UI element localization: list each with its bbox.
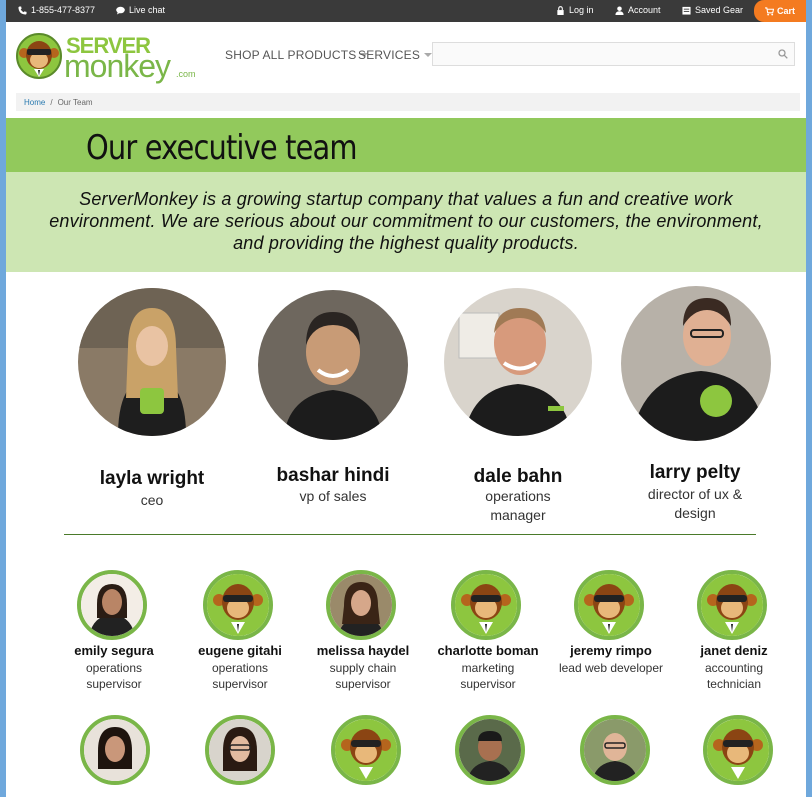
- phone-icon: [18, 5, 27, 15]
- staff-photo: [451, 570, 521, 640]
- monkey-avatar-icon: [455, 574, 517, 636]
- staff-photo: [205, 715, 275, 785]
- login-link[interactable]: Log in: [556, 5, 594, 15]
- staff-title: operations supervisor: [85, 661, 143, 691]
- executive-title: ceo: [140, 492, 164, 508]
- login-label: Log in: [569, 5, 594, 15]
- staff-name: emily segura: [74, 643, 154, 658]
- staff-name: charlotte boman: [437, 643, 539, 658]
- executive-name: bashar hindi: [276, 465, 390, 486]
- lock-icon: [557, 5, 564, 15]
- breadcrumb: Home / Our Team: [16, 93, 800, 111]
- search-input[interactable]: [432, 42, 795, 66]
- cart-icon: [764, 6, 774, 16]
- staff-photo: [580, 715, 650, 785]
- staff-portrait-image: [84, 719, 146, 781]
- executive-portrait-image: [258, 290, 408, 440]
- staff-title: accounting technician: [704, 661, 764, 691]
- nav-services[interactable]: SERVICES: [358, 48, 433, 62]
- staff-photo: [697, 570, 767, 640]
- chat-icon: [116, 6, 125, 15]
- page-title: Our executive team: [86, 128, 358, 168]
- monkey-avatar-icon: [578, 574, 640, 636]
- logo-text-com: .com: [176, 69, 196, 79]
- monkey-logo-icon: [16, 33, 62, 79]
- executive-portrait-image: [621, 286, 771, 441]
- logo[interactable]: SERVER monkey .com: [16, 33, 201, 83]
- breadcrumb-current: Our Team: [57, 98, 93, 107]
- staff-name: janet deniz: [700, 643, 768, 658]
- executive-title: director of ux & design: [647, 486, 743, 521]
- executive-portrait-image: [444, 288, 592, 436]
- account-label: Account: [628, 5, 661, 15]
- section-divider: [64, 534, 756, 535]
- executive-portrait-image: [78, 288, 226, 436]
- staff-photo: [574, 570, 644, 640]
- staff-photo: [455, 715, 525, 785]
- staff-title: supply chain supervisor: [329, 661, 397, 691]
- staff-photo: [331, 715, 401, 785]
- intro-text: ServerMonkey is a growing startup compan…: [49, 189, 763, 253]
- page: 1-855-477-8377 Live chat Log in Account …: [6, 0, 806, 797]
- user-icon: [615, 5, 624, 15]
- staff-portrait-image: [584, 719, 646, 781]
- staff-name: eugene gitahi: [198, 643, 282, 658]
- monkey-avatar-icon: [701, 574, 763, 636]
- staff-portrait-image: [330, 574, 392, 636]
- cart-button[interactable]: Cart: [754, 0, 806, 22]
- executive-photo: [621, 286, 771, 441]
- executive-name: dale bahn: [473, 466, 563, 487]
- breadcrumb-home[interactable]: Home: [24, 98, 45, 107]
- staff-photo: [80, 715, 150, 785]
- staff-portrait-image: [81, 574, 143, 636]
- staff-title: marketing supervisor: [460, 661, 516, 691]
- executive-title: vp of sales: [299, 488, 367, 504]
- monkey-avatar-icon: [335, 719, 397, 781]
- logo-text-monkey: monkey: [64, 48, 171, 84]
- executive-photo: [258, 290, 408, 440]
- staff-photo: [203, 570, 273, 640]
- staff-photo: [77, 570, 147, 640]
- page-banner: Our executive team: [6, 118, 806, 172]
- live-chat-link[interactable]: Live chat: [116, 5, 165, 15]
- account-link[interactable]: Account: [615, 5, 661, 15]
- staff-photo: [326, 570, 396, 640]
- saved-gear-label: Saved Gear: [695, 5, 744, 15]
- chevron-down-icon: [424, 53, 433, 57]
- nav-shop-all-products[interactable]: SHOP ALL PRODUCTS: [225, 48, 369, 62]
- staff-photo: [703, 715, 773, 785]
- staff-name: jeremy rimpo: [570, 643, 652, 658]
- executive-photo: [444, 288, 592, 436]
- monkey-avatar-icon: [707, 719, 769, 781]
- intro-section: ServerMonkey is a growing startup compan…: [6, 172, 806, 272]
- executive-title: operations manager: [485, 488, 551, 523]
- staff-title: lead web developer: [558, 661, 664, 675]
- nav-services-label: SERVICES: [358, 48, 421, 62]
- executive-name: larry pelty: [649, 462, 741, 483]
- phone-number: 1-855-477-8377: [31, 5, 96, 15]
- top-bar: 1-855-477-8377 Live chat Log in Account …: [6, 0, 806, 22]
- staff-name: melissa haydel: [316, 643, 410, 658]
- breadcrumb-separator: /: [50, 98, 53, 107]
- cart-label: Cart: [776, 6, 795, 16]
- nav-shop-label: SHOP ALL PRODUCTS: [225, 48, 357, 62]
- search-icon[interactable]: [778, 49, 788, 59]
- staff-title: operations supervisor: [211, 661, 269, 691]
- staff-portrait-image: [209, 719, 271, 781]
- saved-gear-icon: [682, 6, 691, 15]
- live-chat-label: Live chat: [129, 5, 166, 15]
- saved-gear-link[interactable]: Saved Gear: [682, 5, 743, 15]
- monkey-avatar-icon: [207, 574, 269, 636]
- executive-name: layla wright: [99, 468, 205, 489]
- staff-portrait-image: [459, 719, 521, 781]
- executive-photo: [78, 288, 226, 436]
- phone-link[interactable]: 1-855-477-8377: [18, 5, 95, 15]
